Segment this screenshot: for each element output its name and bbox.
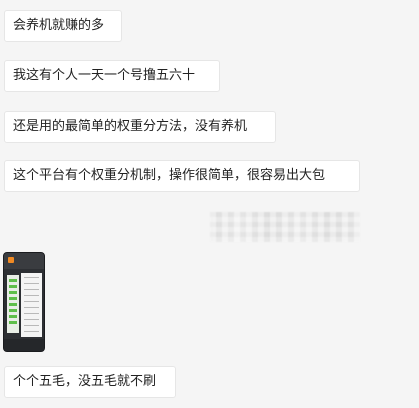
message-text: 会养机就赚的多	[13, 18, 105, 33]
green-bar	[9, 315, 17, 318]
text-line	[24, 295, 39, 296]
text-line	[24, 325, 39, 326]
text-line	[24, 301, 39, 302]
green-bar	[9, 309, 17, 312]
text-line	[24, 307, 39, 308]
redacted-message	[210, 212, 360, 242]
green-bar	[9, 291, 17, 294]
chat-message-bubble[interactable]: 个个五毛，没五毛就不刷	[4, 366, 176, 398]
message-text: 这个平台有个权重分机制，操作很简单，很容易出大包	[13, 168, 326, 183]
chat-message-bubble[interactable]: 会养机就赚的多	[4, 10, 122, 42]
thumbnail-footer	[4, 339, 44, 351]
thumbnail-right-panel	[21, 273, 42, 337]
text-line	[24, 289, 39, 290]
chat-area: 会养机就赚的多 我这有个人一天一个号撸五六十 还是用的最简单的权重分方法，没有养…	[0, 0, 419, 408]
app-logo-icon	[8, 257, 14, 263]
message-text: 还是用的最简单的权重分方法，没有养机	[13, 119, 248, 134]
thumbnail-header	[4, 253, 44, 269]
image-message-thumbnail[interactable]	[3, 252, 45, 352]
text-line	[24, 277, 39, 278]
green-bar	[9, 285, 17, 288]
green-bar	[9, 321, 17, 324]
chat-message-bubble[interactable]: 我这有个人一天一个号撸五六十	[4, 60, 220, 92]
green-bar	[9, 297, 17, 300]
message-text: 个个五毛，没五毛就不刷	[13, 374, 157, 389]
text-line	[24, 313, 39, 314]
green-bar	[9, 279, 17, 282]
text-line	[24, 283, 39, 284]
thumbnail-left-panel	[7, 275, 19, 333]
message-text: 我这有个人一天一个号撸五六十	[13, 68, 196, 83]
chat-message-bubble[interactable]: 还是用的最简单的权重分方法，没有养机	[4, 111, 276, 143]
chat-message-bubble[interactable]: 这个平台有个权重分机制，操作很简单，很容易出大包	[4, 160, 360, 192]
text-line	[24, 331, 39, 332]
green-bar	[9, 303, 17, 306]
text-line	[24, 319, 39, 320]
